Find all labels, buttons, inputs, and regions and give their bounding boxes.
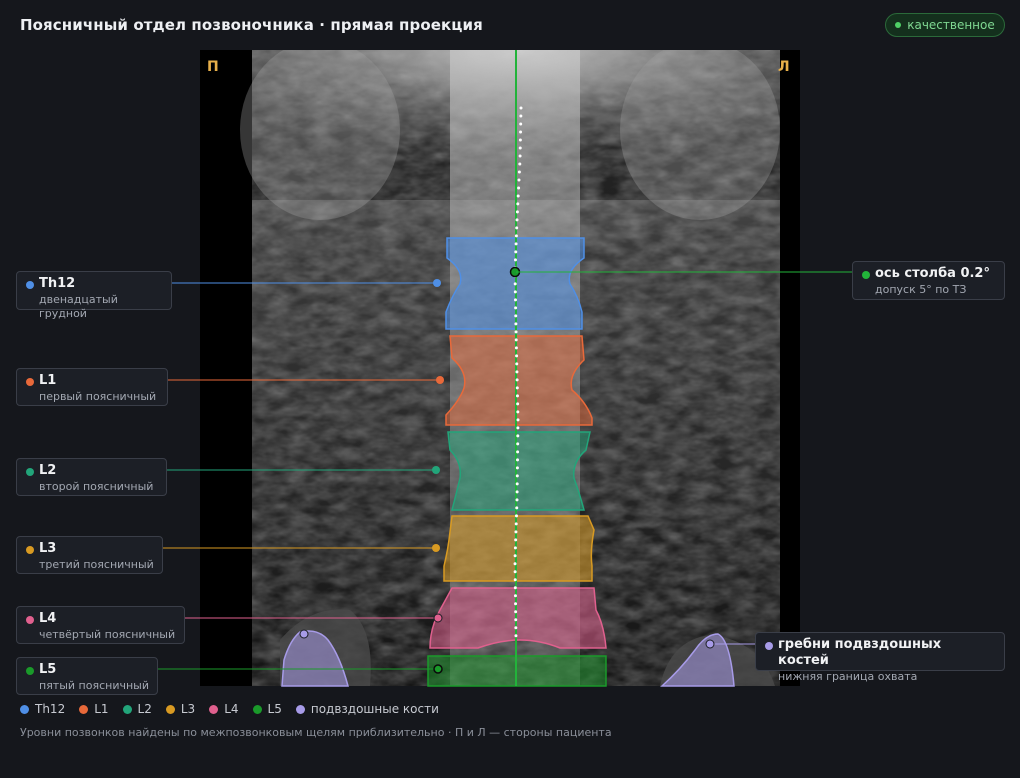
legend-dot-icon (79, 704, 89, 714)
xray-viewport[interactable] (200, 40, 800, 686)
quality-badge: качественное (885, 13, 1005, 37)
legend-item-l1: L1 (79, 702, 109, 716)
legend-label: Th12 (35, 702, 66, 716)
label-l2-desc: второй поясничный (39, 480, 154, 493)
label-l4-name: L4 (39, 611, 57, 626)
label-l2-name: L2 (39, 463, 57, 478)
axis-color-dot (862, 271, 870, 279)
label-iliac-desc: нижняя граница охвата (778, 670, 918, 683)
legend-dot-icon (122, 704, 132, 714)
label-spine-axis[interactable]: ось столба 0.2° допуск 5° по ТЗ (852, 261, 1005, 300)
l4-color-dot (26, 616, 34, 624)
label-l5[interactable]: L5 пятый поясничный (16, 657, 158, 695)
quality-badge-label: качественное (907, 18, 995, 32)
label-iliac-crests[interactable]: гребни подвздошных костей нижняя граница… (755, 632, 1005, 683)
label-l3-desc: третий поясничный (39, 558, 154, 571)
label-l1[interactable]: L1 первый поясничный (16, 368, 168, 406)
legend-label: L4 (224, 702, 239, 716)
label-l3-name: L3 (39, 541, 57, 556)
legend-item-th12: Th12 (20, 702, 65, 716)
legend-dot-icon (295, 704, 305, 714)
label-l3[interactable]: L3 третий поясничный (16, 536, 163, 574)
label-th12[interactable]: Th12 двенадцатый грудной (16, 271, 172, 320)
legend-item-l2: L2 (122, 702, 152, 716)
l5-color-dot (26, 667, 34, 675)
label-l4-desc: четвёртый поясничный (39, 628, 176, 641)
legend-label: L2 (137, 702, 152, 716)
legend-label: L3 (180, 702, 196, 716)
label-th12-desc: двенадцатый грудной (39, 293, 118, 320)
page-title: Поясничный отдел позвоночника · прямая п… (20, 16, 483, 34)
label-l2[interactable]: L2 второй поясничный (16, 458, 167, 496)
th12-color-dot (26, 281, 34, 289)
legend-label: подвздошные кости (310, 702, 439, 716)
iliac-color-dot (765, 642, 773, 650)
label-l1-desc: первый поясничный (39, 390, 157, 403)
legend-label: L5 (267, 702, 282, 716)
legend-item-l3: L3 (165, 702, 196, 716)
status-dot-icon (895, 22, 902, 28)
label-l4[interactable]: L4 четвёртый поясничный (16, 606, 185, 644)
legend-dot-icon (165, 704, 175, 714)
legend-dot-icon (20, 704, 29, 714)
xray-image (200, 40, 800, 686)
legend-dot-icon (252, 704, 262, 714)
label-axis-name: ось столба 0.2° (875, 266, 990, 281)
l2-color-dot (26, 468, 34, 476)
label-l5-desc: пятый поясничный (39, 679, 149, 692)
label-iliac-name: гребни подвздошных костей (778, 637, 942, 668)
legend-item-l5: L5 (252, 702, 282, 716)
label-axis-desc: допуск 5° по ТЗ (875, 283, 967, 296)
l1-color-dot (26, 378, 34, 386)
legend: Th12 L1 L2 L3 L4 L5 подвздошные кости (20, 702, 439, 716)
label-l5-name: L5 (39, 662, 57, 677)
label-th12-name: Th12 (39, 276, 76, 291)
legend-item-iliac: подвздошные кости (295, 702, 439, 716)
legend-item-l4: L4 (209, 702, 239, 716)
legend-label: L1 (94, 702, 109, 716)
label-l1-name: L1 (39, 373, 57, 388)
l3-color-dot (26, 546, 34, 554)
legend-dot-icon (209, 704, 219, 714)
footnote: Уровни позвонков найдены по межпозвонков… (20, 726, 612, 739)
